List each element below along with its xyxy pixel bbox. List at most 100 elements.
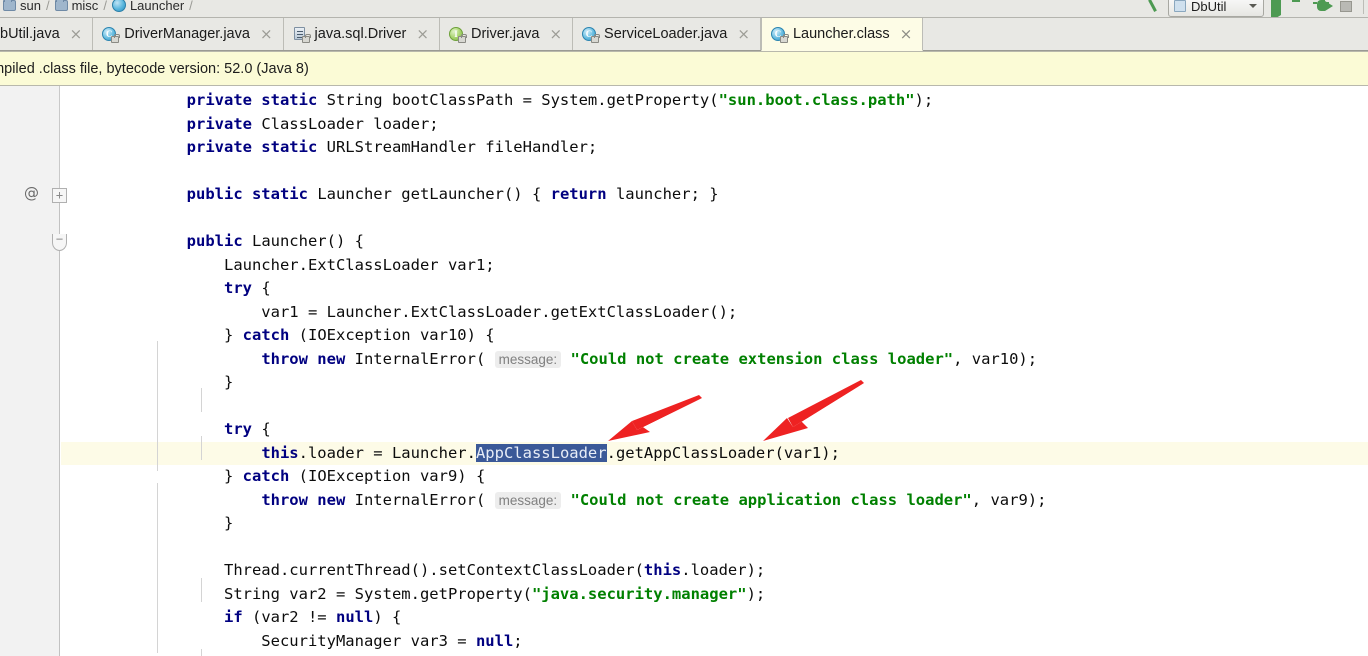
- editor-tab-driver[interactable]: I Driver.java ×: [439, 18, 574, 50]
- code-token: String var2 = System.getProperty(: [112, 584, 532, 603]
- code-token: null: [335, 608, 374, 626]
- interface-file-icon: I: [448, 26, 467, 43]
- code-token: (var2 !=: [251, 608, 336, 626]
- code-line[interactable]: } catch (IOException var9) {: [61, 465, 1368, 489]
- code-token: , var10);: [953, 349, 1038, 368]
- code-token: throw new: [261, 490, 355, 509]
- code-token: catch: [242, 467, 299, 485]
- code-token: );: [746, 584, 766, 603]
- code-token: }: [112, 467, 243, 485]
- class-file-icon: C: [102, 26, 121, 43]
- close-icon[interactable]: ×: [737, 26, 750, 42]
- code-line[interactable]: private static URLStreamHandler fileHand…: [61, 136, 1368, 160]
- code-token: Launcher.ExtClassLoader var1;: [112, 255, 495, 274]
- code-line[interactable]: this.loader = Launcher.AppClassLoader.ge…: [61, 441, 1368, 465]
- run-configuration-selector[interactable]: DbUtil: [1168, 0, 1264, 17]
- editor-tab-javasqldriver[interactable]: java.sql.Driver ×: [283, 18, 440, 50]
- code-token: Thread.currentThread().setContextClassLo…: [112, 561, 644, 579]
- code-line[interactable]: private static String bootClassPath = Sy…: [61, 89, 1368, 113]
- selected-token[interactable]: AppClassLoader: [475, 443, 607, 462]
- editor-tab-drivermanager[interactable]: C DriverManager.java ×: [93, 18, 284, 50]
- debug-icon[interactable]: [1294, 0, 1310, 14]
- editor-tab-launcher[interactable]: C Launcher.class ×: [760, 18, 924, 51]
- code-line[interactable]: SecurityManager var3 = null;: [61, 630, 1368, 654]
- close-icon[interactable]: ×: [416, 26, 429, 42]
- code-token: catch: [242, 326, 299, 344]
- editor-gutter[interactable]: @ + −: [0, 86, 67, 656]
- close-icon[interactable]: ×: [260, 26, 273, 42]
- code-line[interactable]: [61, 536, 1368, 560]
- code-token: .getAppClassLoader(var1);: [606, 443, 840, 462]
- breadcrumb-separator: /: [189, 0, 193, 13]
- code-token: "sun.boot.class.path": [718, 91, 915, 109]
- editor-tab-label: ServiceLoader.java: [604, 26, 728, 42]
- code-token: private static: [186, 91, 327, 109]
- build-icon[interactable]: [1145, 0, 1161, 14]
- indent-guide: [201, 436, 202, 460]
- code-line[interactable]: public Launcher() {: [61, 230, 1368, 254]
- code-token: launcher; }: [615, 185, 719, 203]
- code-token: ) {: [373, 608, 402, 626]
- code-token: "java.security.manager": [531, 584, 747, 603]
- code-token: InternalError(: [354, 490, 495, 509]
- code-token: public static: [186, 185, 318, 203]
- code-line[interactable]: try {: [61, 418, 1368, 442]
- class-icon: [111, 0, 126, 12]
- fold-region-line: [59, 251, 60, 656]
- code-token: public: [186, 232, 252, 250]
- code-line[interactable]: Launcher.ExtClassLoader var1;: [61, 254, 1368, 278]
- run-config-icon: [1174, 0, 1186, 12]
- close-icon[interactable]: ×: [900, 26, 913, 42]
- decompiled-class-notification-bar: ompiled .class file, bytecode version: 5…: [0, 51, 1368, 86]
- code-text-area[interactable]: private static String bootClassPath = Sy…: [61, 86, 1368, 656]
- annotation-marker-icon[interactable]: @: [24, 184, 39, 202]
- code-line[interactable]: String var2 = System.getProperty("java.s…: [61, 583, 1368, 607]
- code-token: .loader);: [681, 561, 766, 579]
- code-line[interactable]: [61, 207, 1368, 231]
- editor-tab-serviceloader[interactable]: C ServiceLoader.java ×: [573, 18, 761, 50]
- run-with-coverage-icon[interactable]: [1313, 0, 1333, 14]
- editor-tab-dbutil[interactable]: bUtil.java ×: [0, 18, 94, 50]
- code-editor[interactable]: @ + − private static String bootClassPat…: [0, 86, 1368, 656]
- code-token: try: [223, 279, 262, 297]
- code-line[interactable]: if (var2 != null) {: [61, 606, 1368, 630]
- breadcrumb-separator: /: [103, 0, 107, 13]
- code-token: try: [223, 420, 262, 438]
- code-token: }: [112, 514, 234, 532]
- breadcrumb-item-launcher[interactable]: Launcher: [109, 0, 187, 13]
- close-icon[interactable]: ×: [70, 26, 83, 42]
- breadcrumb-item-misc[interactable]: misc: [52, 0, 102, 13]
- code-line[interactable]: Thread.currentThread().setContextClassLo…: [61, 559, 1368, 583]
- run-icon[interactable]: [1271, 0, 1287, 17]
- code-line[interactable]: [61, 160, 1368, 184]
- code-line[interactable]: }: [61, 371, 1368, 395]
- indent-guide: [157, 341, 158, 471]
- code-token: ;: [513, 631, 523, 650]
- code-token: "Could not create extension class loader…: [570, 349, 954, 368]
- code-line[interactable]: throw new InternalError( message: "Could…: [61, 348, 1368, 372]
- breadcrumb-item-sun[interactable]: sun: [0, 0, 44, 13]
- breadcrumb: sun / misc / Launcher /: [0, 0, 195, 16]
- code-token: null: [475, 631, 514, 650]
- code-line[interactable]: public static Launcher getLauncher() { r…: [61, 183, 1368, 207]
- parameter-hint: message:: [494, 350, 562, 368]
- code-line[interactable]: try {: [61, 277, 1368, 301]
- code-line[interactable]: private ClassLoader loader;: [61, 113, 1368, 137]
- code-token: ClassLoader loader;: [261, 114, 439, 133]
- close-icon[interactable]: ×: [549, 26, 562, 42]
- code-line[interactable]: } catch (IOException var10) {: [61, 324, 1368, 348]
- code-token: URLStreamHandler fileHandler;: [326, 138, 598, 156]
- code-line[interactable]: [61, 395, 1368, 419]
- code-line[interactable]: var1 = Launcher.ExtClassLoader.getExtCla…: [61, 301, 1368, 325]
- code-token: String bootClassPath = System.getPropert…: [326, 91, 719, 109]
- code-line[interactable]: throw new InternalError( message: "Could…: [61, 489, 1368, 513]
- folder-icon: [54, 0, 68, 11]
- stop-icon[interactable]: [1340, 0, 1356, 14]
- code-line[interactable]: }: [61, 512, 1368, 536]
- editor-tab-label: java.sql.Driver: [314, 26, 407, 42]
